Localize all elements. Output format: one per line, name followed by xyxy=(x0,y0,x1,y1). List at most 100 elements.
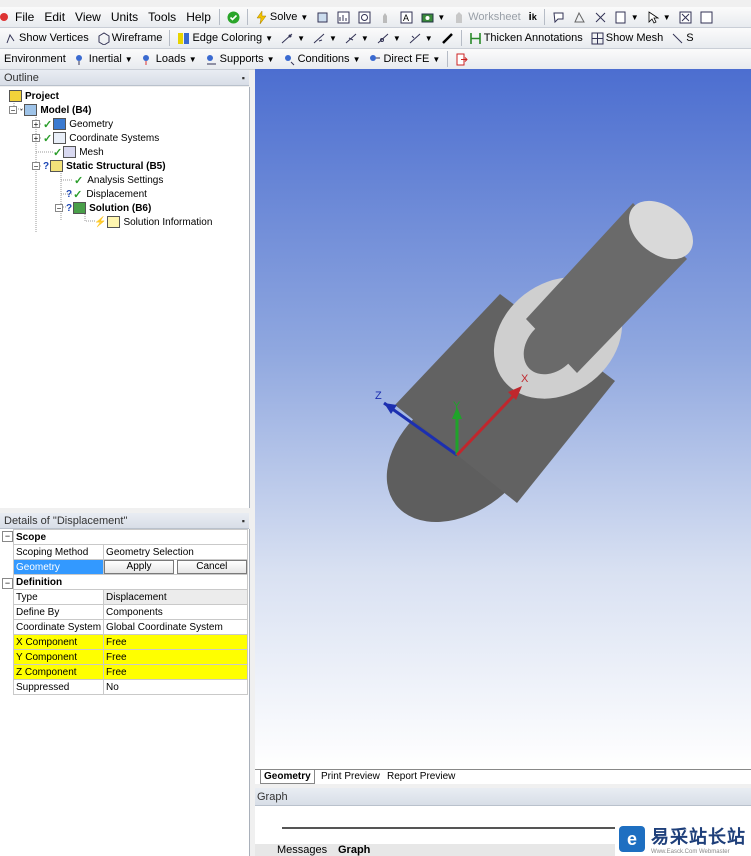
wireframe-button[interactable]: Wireframe xyxy=(93,29,167,47)
inertial-dropdown[interactable]: Inertial ▼ xyxy=(70,50,137,68)
exit-button[interactable] xyxy=(451,50,472,68)
edge-style-icon xyxy=(345,33,357,43)
chevron-down-icon[interactable]: ▼ xyxy=(300,13,308,22)
tree-item-coordinate-systems[interactable]: + ✓ Coordinate Systems xyxy=(32,131,159,145)
suppressed-value[interactable]: No xyxy=(103,679,248,695)
z-component-value[interactable]: Free xyxy=(103,664,248,680)
tree-item-analysis-settings[interactable]: ✓ Analysis Settings xyxy=(74,173,163,187)
group-label: Scope xyxy=(13,529,248,545)
toolbar-icon-button[interactable] xyxy=(312,8,333,26)
toolbar-icon-button[interactable]: ▼ xyxy=(417,8,449,26)
tree-item-solution[interactable]: − ? Solution (B6) xyxy=(55,201,151,215)
worksheet-button[interactable]: Worksheet xyxy=(449,8,524,26)
collapse-icon[interactable]: − xyxy=(2,531,13,542)
question-icon: · xyxy=(20,104,24,116)
chevron-down-icon[interactable]: ▼ xyxy=(631,13,639,22)
tree-label: Analysis Settings xyxy=(87,174,164,186)
tab-geometry[interactable]: Geometry xyxy=(260,770,315,784)
outline-tree: Project − · Model (B4) + ✓ Geometry + ✓ … xyxy=(0,87,250,508)
separator xyxy=(218,9,220,25)
cancel-button[interactable]: Cancel xyxy=(176,560,247,574)
toolbar-icon-button[interactable] xyxy=(333,8,354,26)
expand-icon[interactable]: + xyxy=(32,120,40,129)
graphics-viewport[interactable]: Z Y X xyxy=(255,69,751,769)
edge-display-dropdown[interactable]: ▼ xyxy=(341,29,373,47)
scoping-method-value[interactable]: Geometry Selection xyxy=(103,544,248,560)
check-button[interactable] xyxy=(223,8,244,26)
cut-button[interactable]: S xyxy=(667,29,697,47)
apply-button[interactable]: Apply xyxy=(104,560,175,574)
chevron-down-icon: ▼ xyxy=(124,54,133,64)
x-component-value[interactable]: Free xyxy=(103,634,248,650)
tree-item-displacement[interactable]: ? ✓ Displacement xyxy=(66,187,147,201)
supports-label: Supports xyxy=(219,53,264,65)
thicken-annotations-button[interactable]: Thicken Annotations xyxy=(465,29,587,47)
edge-display-dropdown[interactable]: ▼ xyxy=(373,29,405,47)
toolbar-icon-button[interactable]: ▼ xyxy=(643,8,675,26)
collapse-icon[interactable]: − xyxy=(9,106,17,115)
collapse-icon[interactable]: − xyxy=(2,578,13,589)
tree-item-geometry[interactable]: + ✓ Geometry xyxy=(32,117,113,131)
menu-edit[interactable]: Edit xyxy=(39,10,70,24)
define-by-value[interactable]: Components xyxy=(103,604,248,620)
tab-graph[interactable]: Graph xyxy=(338,844,370,856)
show-mesh-button[interactable]: Show Mesh xyxy=(587,29,667,47)
green-check-icon xyxy=(227,11,240,23)
tree-item-project[interactable]: Project xyxy=(9,89,59,103)
toolbar-icon-button[interactable] xyxy=(569,8,590,26)
graph-timeline[interactable] xyxy=(282,827,622,829)
chevron-down-icon: ▼ xyxy=(188,54,197,64)
axis-z-label: Z xyxy=(375,390,382,402)
edge-display-button[interactable] xyxy=(437,29,458,47)
coordinate-system-value[interactable]: Global Coordinate System xyxy=(103,619,248,635)
collapse-icon[interactable]: − xyxy=(32,162,40,171)
toolbar-icon-button[interactable] xyxy=(675,8,696,26)
supports-dropdown[interactable]: Supports ▼ xyxy=(201,50,279,68)
tab-print-preview[interactable]: Print Preview xyxy=(318,770,383,783)
tree-item-model[interactable]: − · Model (B4) xyxy=(9,103,91,117)
pin-icon[interactable]: ▪ xyxy=(242,513,245,529)
inertial-label: Inertial xyxy=(88,53,122,65)
toolbar-icon-button[interactable] xyxy=(696,8,717,26)
separator xyxy=(543,9,545,25)
tab-report-preview[interactable]: Report Preview xyxy=(384,770,458,783)
show-vertices-label: Show Vertices xyxy=(19,32,89,44)
toolbar-icon-button[interactable] xyxy=(590,8,611,26)
toolbar-icon-button[interactable] xyxy=(375,8,396,26)
toolbar-icon-button[interactable] xyxy=(354,8,375,26)
menu-help[interactable]: Help xyxy=(181,10,216,24)
toolbar-icon-button[interactable]: ik xyxy=(525,8,541,26)
detail-key: Type xyxy=(12,589,105,605)
direct-fe-dropdown[interactable]: Direct FE ▼ xyxy=(364,50,444,68)
tree-item-static-structural[interactable]: − ? Static Structural (B5) xyxy=(32,159,166,173)
conditions-dropdown[interactable]: Conditions ▼ xyxy=(279,50,365,68)
edge-coloring-dropdown[interactable]: Edge Coloring ▼ xyxy=(173,29,277,47)
menu-bar: File Edit View Units Tools Help Solve ▼ … xyxy=(0,7,751,28)
tree-item-mesh[interactable]: ✓ Mesh xyxy=(53,145,104,159)
edge-display-dropdown[interactable]: ▼ xyxy=(309,29,341,47)
detail-key[interactable]: Geometry xyxy=(12,559,105,575)
chevron-down-icon[interactable]: ▼ xyxy=(663,13,671,22)
toolbar-icon-button[interactable] xyxy=(548,8,569,26)
menu-tools[interactable]: Tools xyxy=(143,10,181,24)
pin-icon[interactable]: ▪ xyxy=(242,70,245,86)
loads-dropdown[interactable]: Loads ▼ xyxy=(137,50,201,68)
tab-messages[interactable]: Messages xyxy=(277,844,327,856)
thicken-icon xyxy=(469,32,481,44)
solve-button[interactable]: Solve ▼ xyxy=(251,8,312,26)
toolbar-icon-button[interactable]: ▼ xyxy=(611,8,643,26)
y-component-value[interactable]: Free xyxy=(103,649,248,665)
tree-item-solution-information[interactable]: ⚡ Solution Information xyxy=(94,215,212,229)
chevron-down-icon[interactable]: ▼ xyxy=(437,13,445,22)
collapse-icon[interactable]: − xyxy=(55,204,63,213)
toolbar-icon-button[interactable]: A xyxy=(396,8,417,26)
group-row-scope: Scope xyxy=(13,529,248,545)
edge-display-dropdown[interactable]: ▼ xyxy=(405,29,437,47)
menu-file[interactable]: File xyxy=(10,10,39,24)
menu-view[interactable]: View xyxy=(70,10,106,24)
show-vertices-button[interactable]: Show Vertices xyxy=(0,29,93,47)
menu-units[interactable]: Units xyxy=(106,10,143,24)
edge-display-dropdown[interactable]: ▼ xyxy=(277,29,309,47)
detail-key: Coordinate System xyxy=(12,619,105,635)
expand-icon[interactable]: + xyxy=(32,134,40,143)
